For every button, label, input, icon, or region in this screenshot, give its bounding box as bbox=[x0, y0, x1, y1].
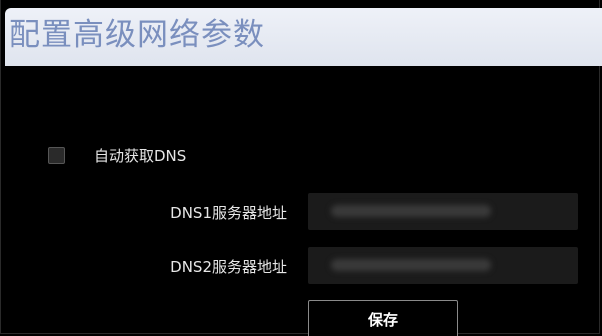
dns2-input[interactable] bbox=[308, 247, 578, 284]
dns1-input[interactable] bbox=[308, 193, 578, 230]
title-bar: 配置高级网络参数 bbox=[5, 8, 602, 66]
advanced-network-settings-panel: 配置高级网络参数 自动获取DNS DNS1服务器地址 DNS2服务器地址 保存 bbox=[0, 0, 602, 336]
dns1-label: DNS1服务器地址 bbox=[170, 204, 287, 222]
dns2-label: DNS2服务器地址 bbox=[170, 258, 287, 276]
auto-dns-checkbox[interactable] bbox=[48, 147, 65, 164]
page-title: 配置高级网络参数 bbox=[9, 17, 265, 53]
auto-dns-label[interactable]: 自动获取DNS bbox=[94, 145, 186, 167]
save-button[interactable]: 保存 bbox=[308, 300, 458, 336]
